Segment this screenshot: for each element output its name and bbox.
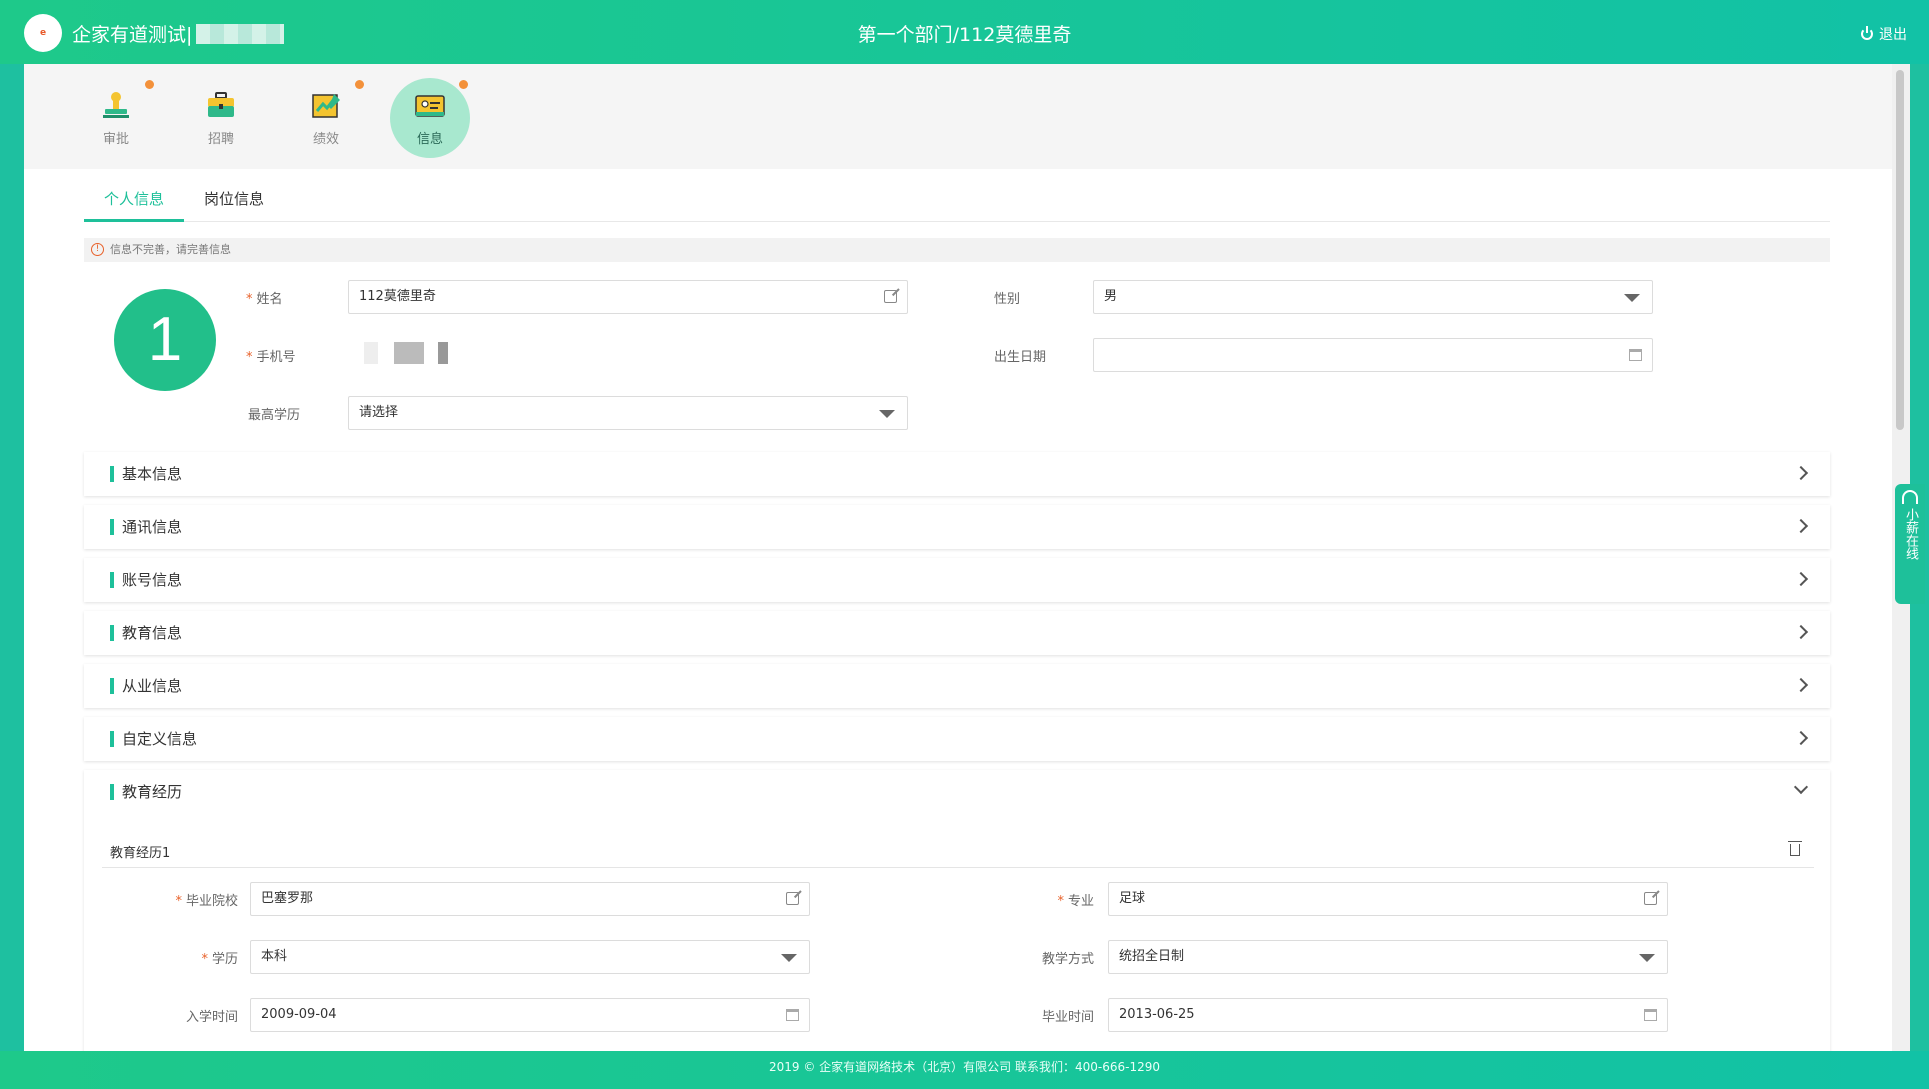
section-account-info[interactable]: 账号信息: [84, 558, 1830, 602]
accent-bar: [110, 625, 114, 641]
logout-button[interactable]: 退出: [1861, 24, 1907, 44]
section-title: 教育经历: [122, 783, 183, 801]
section-title: 教育信息: [122, 624, 183, 642]
online-chat-button[interactable]: 小薪在线: [1895, 484, 1925, 604]
start-date-input[interactable]: 2009-09-04: [250, 998, 810, 1032]
stamp-icon: [103, 92, 129, 118]
page-title: 第一个部门/112莫德里奇: [857, 24, 1072, 46]
nav-item-info[interactable]: 信息: [390, 78, 470, 158]
section-basic-info[interactable]: 基本信息: [84, 452, 1830, 496]
chevron-down-icon: [1639, 954, 1655, 962]
edit-icon: [786, 892, 799, 905]
section-contact-info[interactable]: 通讯信息: [84, 505, 1830, 549]
chevron-down-icon: [879, 410, 895, 418]
phone-label: * 手机号: [246, 350, 296, 365]
footer: 2019 © 企家有道网络技术（北京）有限公司 联系我们：400-666-129…: [0, 1051, 1929, 1089]
end-date-input[interactable]: 2013-06-25: [1108, 998, 1668, 1032]
nav-label: 审批: [102, 132, 129, 147]
nav-label: 信息: [416, 132, 443, 147]
section-title: 从业信息: [122, 677, 183, 695]
main-frame: 审批 招聘 绩效 信息 个人信息 岗位信息 ! 信息不完善，请完善信息 1 * …: [24, 64, 1892, 1051]
accent-bar: [110, 731, 114, 747]
major-input[interactable]: 足球: [1108, 882, 1668, 916]
scrollbar-thumb[interactable]: [1896, 70, 1904, 430]
start-date-label: 入学时间: [185, 1010, 238, 1025]
warning-icon: !: [91, 243, 104, 256]
edit-icon: [1644, 892, 1657, 905]
trash-icon[interactable]: [1788, 841, 1802, 856]
degree-label: * 学历: [201, 952, 238, 967]
tab-bar: 个人信息 岗位信息: [84, 184, 1830, 222]
edit-icon: [884, 290, 897, 303]
accent-bar: [110, 572, 114, 588]
badge-dot: [355, 80, 364, 89]
headset-icon: [1902, 490, 1918, 504]
major-label: * 专业: [1057, 894, 1094, 909]
accent-bar: [110, 784, 114, 800]
briefcase-icon: [208, 92, 234, 117]
chevron-right-icon: [1793, 677, 1809, 693]
module-nav: 审批 招聘 绩效 信息: [24, 64, 1892, 169]
chat-label: 小薪在线: [1903, 508, 1918, 560]
teaching-mode-label: 教学方式: [1041, 952, 1094, 967]
education-entry-title: 教育经历1: [110, 846, 171, 861]
section-title: 自定义信息: [122, 730, 198, 748]
section-education-history[interactable]: 教育经历: [84, 770, 1830, 814]
education-entry-header: 教育经历1: [102, 832, 1814, 868]
chevron-right-icon: [1793, 730, 1809, 746]
school-input[interactable]: 巴塞罗那: [250, 882, 810, 916]
section-title: 账号信息: [122, 571, 183, 589]
accent-bar: [110, 466, 114, 482]
tab-personal-info[interactable]: 个人信息: [84, 184, 184, 222]
power-icon: [1861, 26, 1873, 40]
chart-icon: [312, 94, 340, 118]
education-select[interactable]: 请选择: [348, 396, 908, 430]
chevron-down-icon: [1793, 779, 1809, 795]
calendar-icon: [1629, 349, 1642, 361]
chevron-right-icon: [1793, 624, 1809, 640]
teaching-mode-select[interactable]: 统招全日制: [1108, 940, 1668, 974]
section-education-info[interactable]: 教育信息: [84, 611, 1830, 655]
school-label: * 毕业院校: [175, 894, 238, 909]
badge-dot: [145, 80, 154, 89]
logout-label: 退出: [1879, 27, 1907, 43]
accent-bar: [110, 678, 114, 694]
chevron-right-icon: [1793, 465, 1809, 481]
phone-value-redacted: [364, 342, 454, 364]
top-bar: e 企家有道测试| 第一个部门/112莫德里奇 退出: [0, 0, 1929, 64]
accent-bar: [110, 519, 114, 535]
nav-label: 绩效: [312, 132, 339, 147]
avatar: 1: [114, 289, 216, 391]
chevron-down-icon: [781, 954, 797, 962]
name-label: * 姓名: [246, 292, 283, 307]
tab-position-info[interactable]: 岗位信息: [184, 184, 284, 222]
birth-label: 出生日期: [994, 350, 1047, 365]
chevron-right-icon: [1793, 571, 1809, 587]
calendar-icon: [1644, 1009, 1657, 1021]
degree-select[interactable]: 本科: [250, 940, 810, 974]
section-title: 通讯信息: [122, 518, 183, 536]
education-label: 最高学历: [248, 408, 301, 423]
incomplete-alert: ! 信息不完善，请完善信息: [84, 238, 1830, 262]
section-employment-info[interactable]: 从业信息: [84, 664, 1830, 708]
chevron-right-icon: [1793, 518, 1809, 534]
birth-date-input[interactable]: [1093, 338, 1653, 372]
section-title: 基本信息: [122, 465, 183, 483]
end-date-label: 毕业时间: [1041, 1010, 1094, 1025]
calendar-icon: [786, 1009, 799, 1021]
nav-item-recruit[interactable]: 招聘: [181, 78, 261, 158]
chevron-down-icon: [1624, 294, 1640, 302]
id-card-icon: [415, 95, 445, 117]
nav-label: 招聘: [207, 132, 234, 147]
nav-item-performance[interactable]: 绩效: [286, 78, 366, 158]
gender-label: 性别: [994, 292, 1021, 307]
badge-dot: [459, 80, 468, 89]
section-custom-info[interactable]: 自定义信息: [84, 717, 1830, 761]
nav-item-approval[interactable]: 审批: [76, 78, 156, 158]
gender-select[interactable]: 男: [1093, 280, 1653, 314]
name-input[interactable]: 112莫德里奇: [348, 280, 908, 314]
alert-text: 信息不完善，请完善信息: [110, 243, 231, 256]
